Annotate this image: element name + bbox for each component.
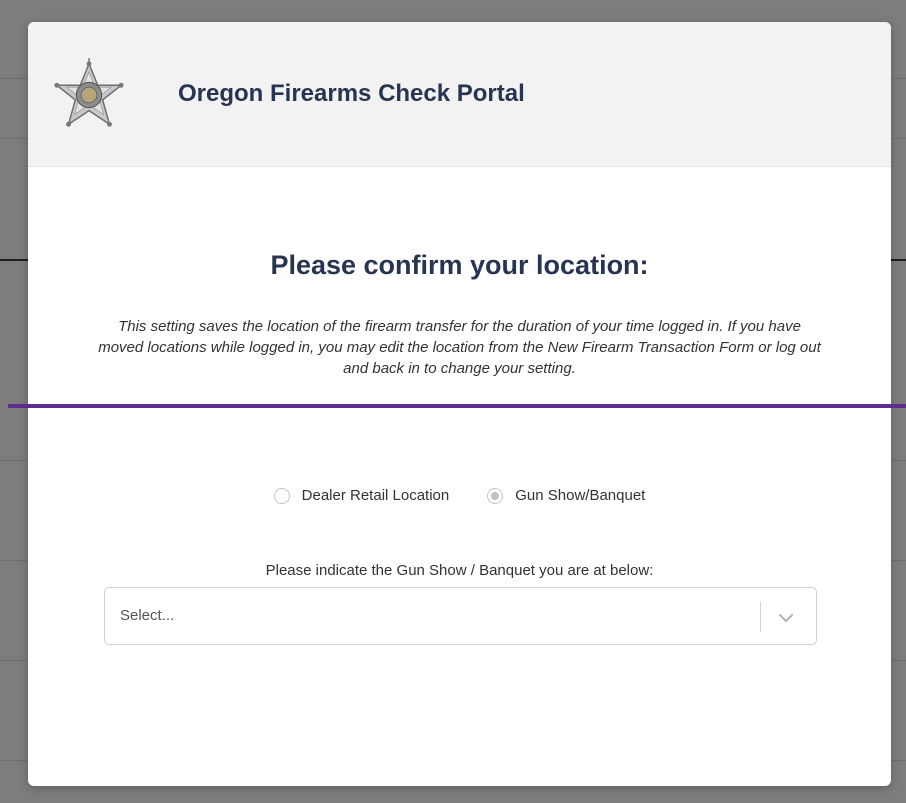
accent-bar [8,404,906,408]
dealer-retail-location-radio[interactable]: Dealer Retail Location [273,487,450,504]
select-divider [760,602,761,632]
location-type-radio-group: Dealer Retail Location Gun Show/Banquet [28,487,891,504]
location-description: This setting saves the location of the f… [98,318,821,377]
gun-show-select[interactable]: Select... [104,587,817,645]
gun-show-prompt: Please indicate the Gun Show / Banquet y… [265,562,654,579]
select-placeholder: Select... [120,607,175,624]
dealer-retail-location-label: Dealer Retail Location [301,487,450,504]
sheriff-star-badge-icon [54,57,124,127]
modal-header: Oregon Firearms Check Portal [28,22,891,167]
radio-circle-icon[interactable] [273,487,290,504]
chevron-down-icon[interactable] [777,609,795,627]
confirm-location-heading: Please confirm your location: [270,250,649,280]
radio-circle-checked-icon[interactable] [487,487,504,504]
portal-title: Oregon Firearms Check Portal [178,80,525,107]
gun-show-banquet-label: Gun Show/Banquet [515,487,646,504]
gun-show-banquet-radio[interactable]: Gun Show/Banquet [487,487,645,504]
